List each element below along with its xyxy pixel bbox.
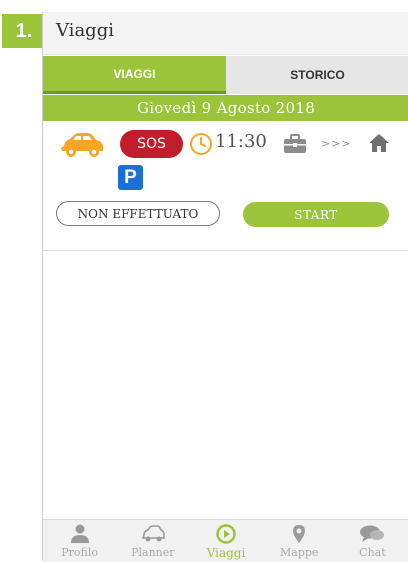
title-bar: Viaggi [43,12,408,55]
play-icon [215,524,237,544]
tab-storico[interactable]: STORICO [226,56,408,94]
person-icon [69,524,91,544]
nav-label-profilo: Profilo [61,546,98,559]
nav-item-viaggi[interactable]: Viaggi [189,520,262,562]
start-button[interactable]: START [243,202,389,227]
chat-icon [359,524,385,544]
car-icon [59,132,105,158]
date-header: Giovedì 9 Agosto 2018 [43,95,408,121]
nav-label-planner: Planner [131,546,175,559]
page-title: Viaggi [56,20,114,41]
trip-time: 11:30 [215,131,267,152]
sos-button[interactable]: SOS [120,130,183,158]
nav-label-chat: Chat [359,546,386,559]
step-badge: 1. [2,14,46,48]
nav-label-mappe: Mappe [280,546,319,559]
nav-label-viaggi: Viaggi [206,546,246,560]
tab-bar: VIAGGI STORICO [43,56,408,94]
tab-viaggi[interactable]: VIAGGI [43,56,226,94]
map-pin-icon [288,524,310,544]
bottom-nav: Profilo Planner Viaggi Mappe Chat [43,519,408,562]
parking-icon: P [118,165,143,190]
nav-item-chat[interactable]: Chat [336,520,408,562]
nav-item-planner[interactable]: Planner [116,520,189,562]
route-arrows: >>> [321,137,352,150]
trip-card[interactable]: SOS 11:30 >>> P NON EFFETTUATO START [43,122,408,251]
phone-screen: Viaggi VIAGGI STORICO Giovedì 9 Agosto 2… [42,12,408,562]
home-icon [368,133,390,153]
clock-icon [189,132,213,156]
status-badge: NON EFFETTUATO [56,201,220,226]
car-icon [141,524,165,544]
nav-item-profilo[interactable]: Profilo [43,520,116,562]
briefcase-icon [283,134,307,154]
nav-item-mappe[interactable]: Mappe [263,520,336,562]
